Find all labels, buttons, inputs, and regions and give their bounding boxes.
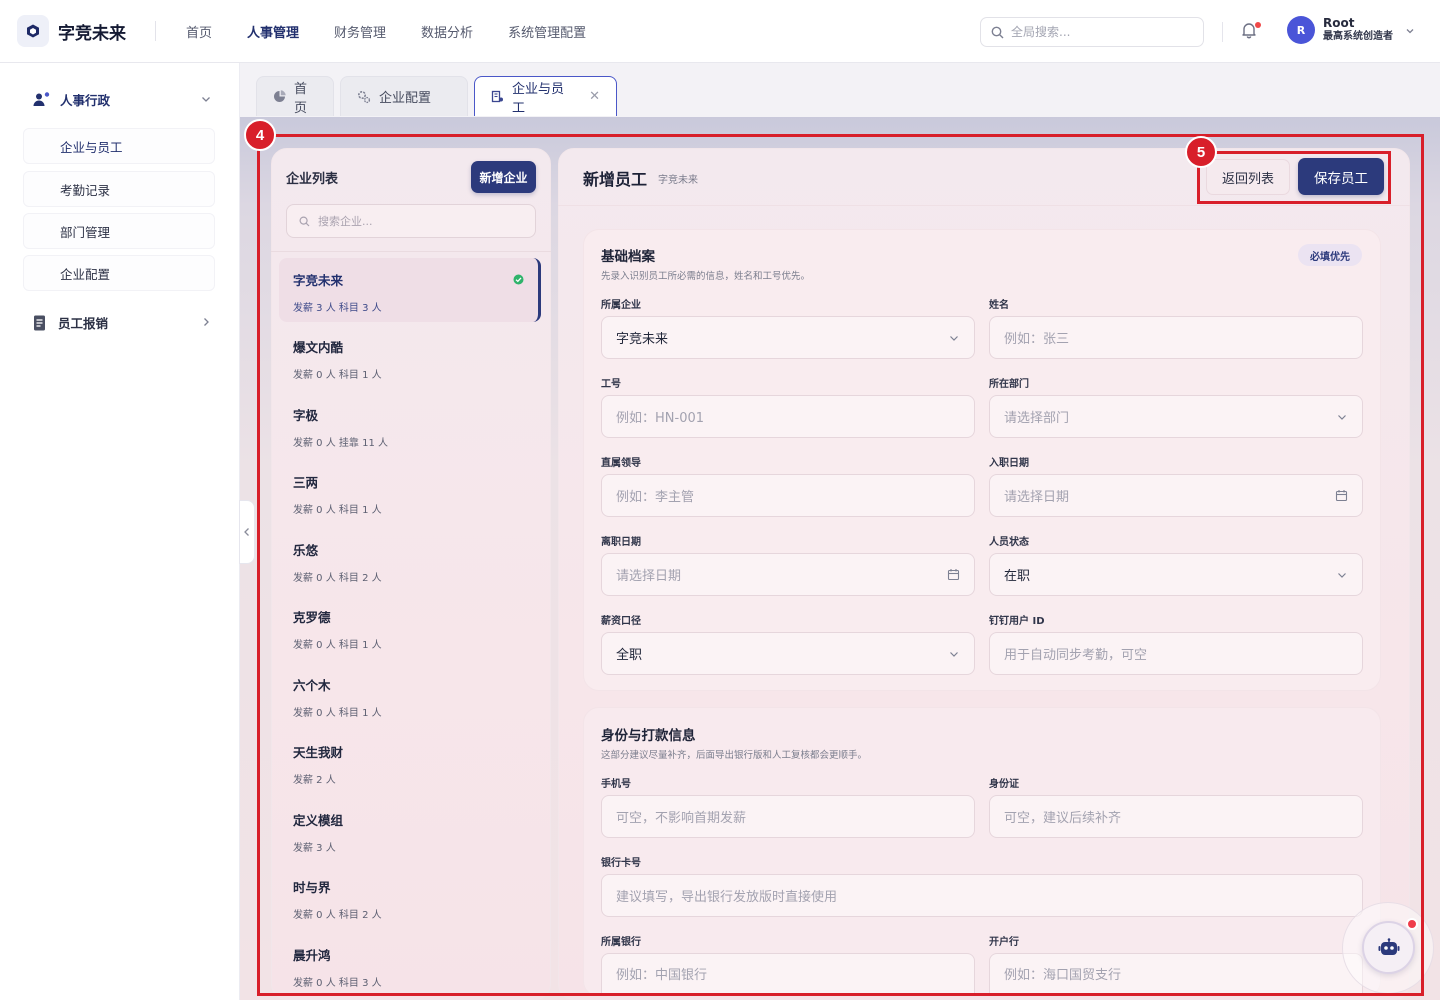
topnav-finance[interactable]: 财务管理: [334, 22, 386, 41]
topnav-home[interactable]: 首页: [186, 22, 212, 41]
annotation-box-5: [1197, 151, 1391, 204]
tab-company-config[interactable]: 企业配置: [340, 76, 468, 116]
topnav-system[interactable]: 系统管理配置: [508, 22, 586, 41]
global-search-input[interactable]: [1011, 25, 1191, 39]
topnav-hr[interactable]: 人事管理: [247, 22, 299, 41]
topnav-divider: [155, 21, 156, 41]
chevron-right-icon: [200, 313, 212, 332]
sidebar-group-hr[interactable]: 人事行政: [32, 90, 212, 109]
annotation-marker-4: 4: [244, 119, 276, 151]
user-role: 最高系统创造者: [1323, 31, 1393, 42]
annotation-box-4: [257, 134, 1424, 996]
tab-home-label: 首页: [294, 81, 308, 116]
chevron-left-icon: [244, 528, 249, 536]
chevron-down-icon: [1405, 21, 1415, 40]
annotation-marker-5: 5: [1185, 136, 1217, 168]
brand-name: 字竞未来: [58, 23, 126, 44]
sidebar-item-company-employee[interactable]: 企业与员工: [23, 128, 215, 164]
brand[interactable]: 字竞未来: [17, 15, 153, 47]
user-info: Root 最高系统创造者: [1323, 16, 1393, 44]
chevron-down-icon: [200, 90, 212, 109]
sidebar-item-attendance[interactable]: 考勤记录: [23, 171, 215, 207]
user-name: Root: [1323, 16, 1355, 30]
tab-home[interactable]: 首页: [256, 76, 334, 116]
global-search[interactable]: [980, 17, 1204, 47]
sidebar-group-reimbursement[interactable]: 员工报销: [32, 313, 212, 332]
tab-company-config-label: 企业配置: [379, 91, 432, 106]
notification-dot: [1255, 22, 1261, 28]
tab-bar: 首页 企业配置 企业与员工 ✕: [256, 76, 623, 117]
top-nav: 首页 人事管理 财务管理 数据分析 系统管理配置: [186, 22, 621, 41]
sidebar-group-reimbursement-label: 员工报销: [58, 316, 109, 331]
sidebar-group-hr-label: 人事行政: [60, 93, 111, 108]
topnav-analytics[interactable]: 数据分析: [421, 22, 473, 41]
close-icon[interactable]: ✕: [589, 89, 600, 104]
sidebar-item-company-config[interactable]: 企业配置: [23, 255, 215, 291]
user-menu[interactable]: R Root 最高系统创造者: [1287, 16, 1415, 44]
sidebar-item-departments[interactable]: 部门管理: [23, 213, 215, 249]
building-icon: [491, 90, 504, 103]
pie-chart-icon: [273, 90, 286, 103]
settings-icon: [357, 90, 371, 104]
search-icon: [991, 26, 1004, 39]
tab-company-employee[interactable]: 企业与员工 ✕: [474, 76, 617, 116]
sidebar-collapse-handle[interactable]: [239, 500, 255, 564]
top-bar: 字竞未来 首页 人事管理 财务管理 数据分析 系统管理配置: [0, 0, 1440, 63]
topbar-divider: [1222, 22, 1223, 42]
avatar: R: [1287, 16, 1315, 44]
brand-logo-icon: [17, 15, 49, 47]
users-icon: [32, 91, 50, 109]
document-icon: [32, 314, 48, 332]
tab-company-employee-label: 企业与员工: [512, 81, 565, 116]
